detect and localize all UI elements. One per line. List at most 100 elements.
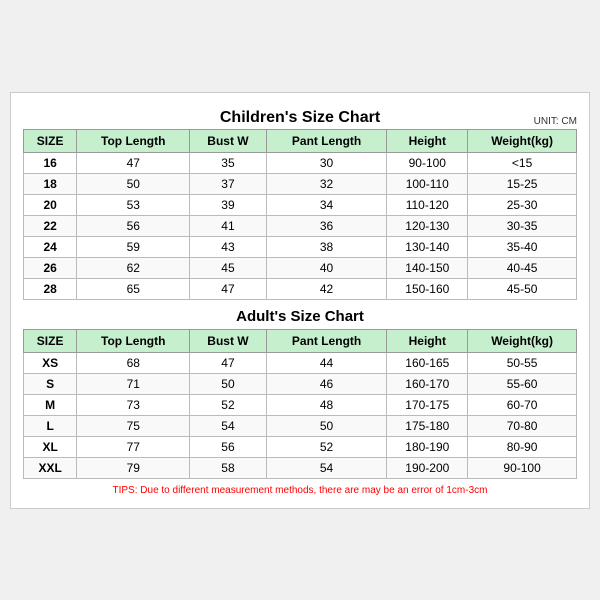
data-cell: 30-35 — [468, 215, 577, 236]
table-row: XS684744160-16550-55 — [24, 352, 577, 373]
data-cell: 38 — [266, 236, 387, 257]
data-cell: 59 — [77, 236, 190, 257]
table-row: 26624540140-15040-45 — [24, 257, 577, 278]
data-cell: 34 — [266, 194, 387, 215]
children-header-size: SIZE — [24, 129, 77, 152]
table-row: XL775652180-19080-90 — [24, 436, 577, 457]
data-cell: 47 — [190, 278, 266, 299]
size-col: 26 — [24, 257, 77, 278]
adults-table-body: XS684744160-16550-55S715046160-17055-60M… — [24, 352, 577, 478]
adults-header-height: Height — [387, 329, 468, 352]
data-cell: 52 — [266, 436, 387, 457]
size-col: L — [24, 415, 77, 436]
data-cell: 48 — [266, 394, 387, 415]
adults-chart-title: Adult's Size Chart — [23, 300, 577, 329]
data-cell: 54 — [190, 415, 266, 436]
adults-header-weight: Weight(kg) — [468, 329, 577, 352]
data-cell: 45 — [190, 257, 266, 278]
data-cell: 170-175 — [387, 394, 468, 415]
data-cell: 130-140 — [387, 236, 468, 257]
data-cell: 42 — [266, 278, 387, 299]
adults-header-size: SIZE — [24, 329, 77, 352]
adults-header-top-length: Top Length — [77, 329, 190, 352]
size-col: XXL — [24, 457, 77, 478]
data-cell: 45-50 — [468, 278, 577, 299]
data-cell: 40-45 — [468, 257, 577, 278]
data-cell: 15-25 — [468, 173, 577, 194]
size-col: 20 — [24, 194, 77, 215]
children-header-height: Height — [387, 129, 468, 152]
data-cell: 62 — [77, 257, 190, 278]
data-cell: 50 — [190, 373, 266, 394]
data-cell: 50 — [77, 173, 190, 194]
data-cell: 68 — [77, 352, 190, 373]
table-row: L755450175-18070-80 — [24, 415, 577, 436]
data-cell: 50 — [266, 415, 387, 436]
data-cell: 40 — [266, 257, 387, 278]
data-cell: 47 — [77, 152, 190, 173]
children-table-header: SIZE Top Length Bust W Pant Length Heigh… — [24, 129, 577, 152]
data-cell: 60-70 — [468, 394, 577, 415]
data-cell: 32 — [266, 173, 387, 194]
data-cell: 160-170 — [387, 373, 468, 394]
data-cell: 44 — [266, 352, 387, 373]
data-cell: 80-90 — [468, 436, 577, 457]
data-cell: 73 — [77, 394, 190, 415]
children-chart-title: Children's Size Chart UNIT: CM — [23, 103, 577, 129]
data-cell: 56 — [77, 215, 190, 236]
size-col: 16 — [24, 152, 77, 173]
size-col: 24 — [24, 236, 77, 257]
table-row: 22564136120-13030-35 — [24, 215, 577, 236]
children-header-top-length: Top Length — [77, 129, 190, 152]
children-unit-label: UNIT: CM — [534, 116, 577, 127]
table-row: 20533934110-12025-30 — [24, 194, 577, 215]
data-cell: 54 — [266, 457, 387, 478]
size-col: 22 — [24, 215, 77, 236]
data-cell: 52 — [190, 394, 266, 415]
size-col: XL — [24, 436, 77, 457]
data-cell: 53 — [77, 194, 190, 215]
data-cell: 140-150 — [387, 257, 468, 278]
data-cell: 79 — [77, 457, 190, 478]
size-col: XS — [24, 352, 77, 373]
data-cell: 77 — [77, 436, 190, 457]
data-cell: 120-130 — [387, 215, 468, 236]
data-cell: 41 — [190, 215, 266, 236]
table-row: 18503732100-11015-25 — [24, 173, 577, 194]
table-row: 28654742150-16045-50 — [24, 278, 577, 299]
data-cell: 39 — [190, 194, 266, 215]
data-cell: 35 — [190, 152, 266, 173]
size-col: 18 — [24, 173, 77, 194]
adults-header-bust-w: Bust W — [190, 329, 266, 352]
data-cell: 50-55 — [468, 352, 577, 373]
data-cell: 90-100 — [468, 457, 577, 478]
children-table-body: 1647353090-100<1518503732100-11015-25205… — [24, 152, 577, 299]
children-header-pant-length: Pant Length — [266, 129, 387, 152]
size-col: M — [24, 394, 77, 415]
adults-size-table: SIZE Top Length Bust W Pant Length Heigh… — [23, 329, 577, 479]
data-cell: 90-100 — [387, 152, 468, 173]
data-cell: 100-110 — [387, 173, 468, 194]
table-row: M735248170-17560-70 — [24, 394, 577, 415]
data-cell: 35-40 — [468, 236, 577, 257]
data-cell: 36 — [266, 215, 387, 236]
data-cell: <15 — [468, 152, 577, 173]
data-cell: 71 — [77, 373, 190, 394]
table-row: XXL795854190-20090-100 — [24, 457, 577, 478]
data-cell: 56 — [190, 436, 266, 457]
children-size-table: SIZE Top Length Bust W Pant Length Heigh… — [23, 129, 577, 300]
table-row: S715046160-17055-60 — [24, 373, 577, 394]
children-header-bust-w: Bust W — [190, 129, 266, 152]
data-cell: 37 — [190, 173, 266, 194]
chart-container: Children's Size Chart UNIT: CM SIZE Top … — [10, 92, 590, 509]
data-cell: 75 — [77, 415, 190, 436]
adults-table-header: SIZE Top Length Bust W Pant Length Heigh… — [24, 329, 577, 352]
size-col: 28 — [24, 278, 77, 299]
data-cell: 58 — [190, 457, 266, 478]
data-cell: 46 — [266, 373, 387, 394]
data-cell: 180-190 — [387, 436, 468, 457]
data-cell: 43 — [190, 236, 266, 257]
children-header-weight: Weight(kg) — [468, 129, 577, 152]
data-cell: 30 — [266, 152, 387, 173]
data-cell: 150-160 — [387, 278, 468, 299]
